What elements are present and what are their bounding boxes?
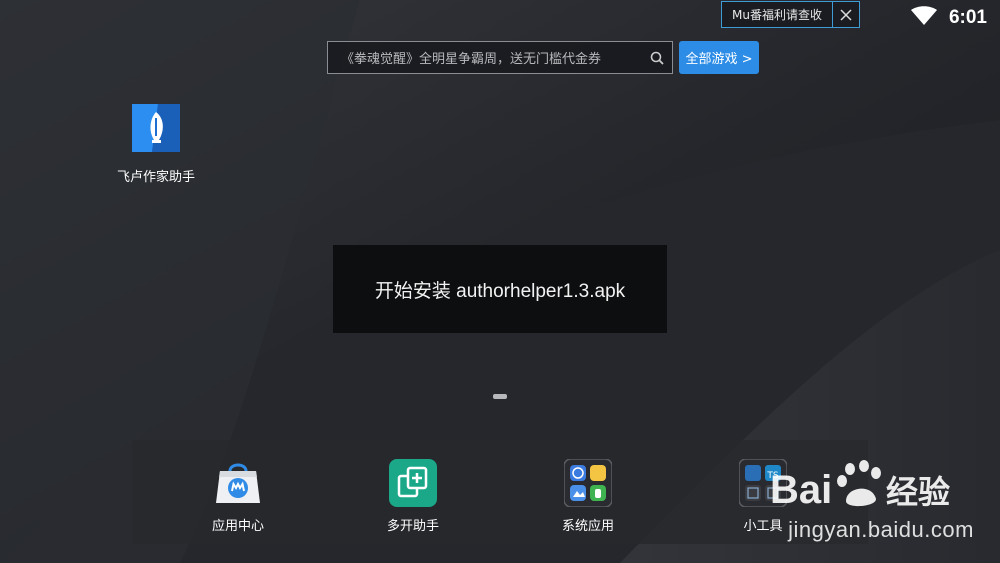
app-store-bag-icon — [214, 459, 262, 507]
dock-item-system-apps[interactable]: 系统应用 — [533, 458, 643, 534]
dock: 应用中心 多开助手 系统应用 TS 小工具 — [132, 440, 868, 544]
install-toast: 开始安装 authorhelper1.3.apk — [333, 245, 667, 333]
wifi-icon — [910, 6, 937, 30]
baidu-logo-icon: Bai 经验 — [770, 460, 950, 512]
dock-item-label: 多开助手 — [386, 519, 439, 534]
baidu-watermark: Bai 经验 jingyan.baidu.com — [766, 455, 996, 545]
dock-item-label: 系统应用 — [561, 519, 614, 534]
clock: 6:01 — [948, 7, 987, 28]
status-bar: 6:01 — [910, 6, 987, 30]
system-apps-icon — [563, 458, 613, 508]
desktop-app-feilu[interactable]: 飞卢作家助手 — [112, 104, 200, 185]
toast-message: 开始安装 authorhelper1.3.apk — [374, 280, 626, 302]
watermark-url: jingyan.baidu.com — [788, 517, 974, 542]
search-input[interactable]: 《拳魂觉醒》全明星争霸周，送无门槛代金券 — [328, 48, 642, 67]
notification-banner[interactable]: Mu番福利请查收 — [721, 1, 860, 28]
close-icon[interactable] — [832, 2, 859, 27]
dock-item-label: 应用中心 — [211, 519, 264, 534]
desktop-app-label: 飞卢作家助手 — [116, 170, 195, 185]
dock-item-app-center[interactable]: 应用中心 — [183, 459, 293, 534]
feather-pen-icon — [132, 104, 180, 156]
all-games-button[interactable]: 全部游戏 > — [679, 41, 759, 74]
page-indicator[interactable] — [493, 394, 507, 399]
svg-text:Bai: Bai — [770, 468, 832, 512]
search-bar[interactable]: 《拳魂觉醒》全明星争霸周，送无门槛代金券 — [327, 41, 673, 74]
dock-item-multi-open[interactable]: 多开助手 — [358, 459, 468, 534]
notification-text[interactable]: Mu番福利请查收 — [722, 6, 832, 23]
search-icon[interactable] — [642, 51, 672, 65]
svg-text:经验: 经验 — [886, 473, 950, 511]
multi-open-icon — [389, 459, 437, 507]
